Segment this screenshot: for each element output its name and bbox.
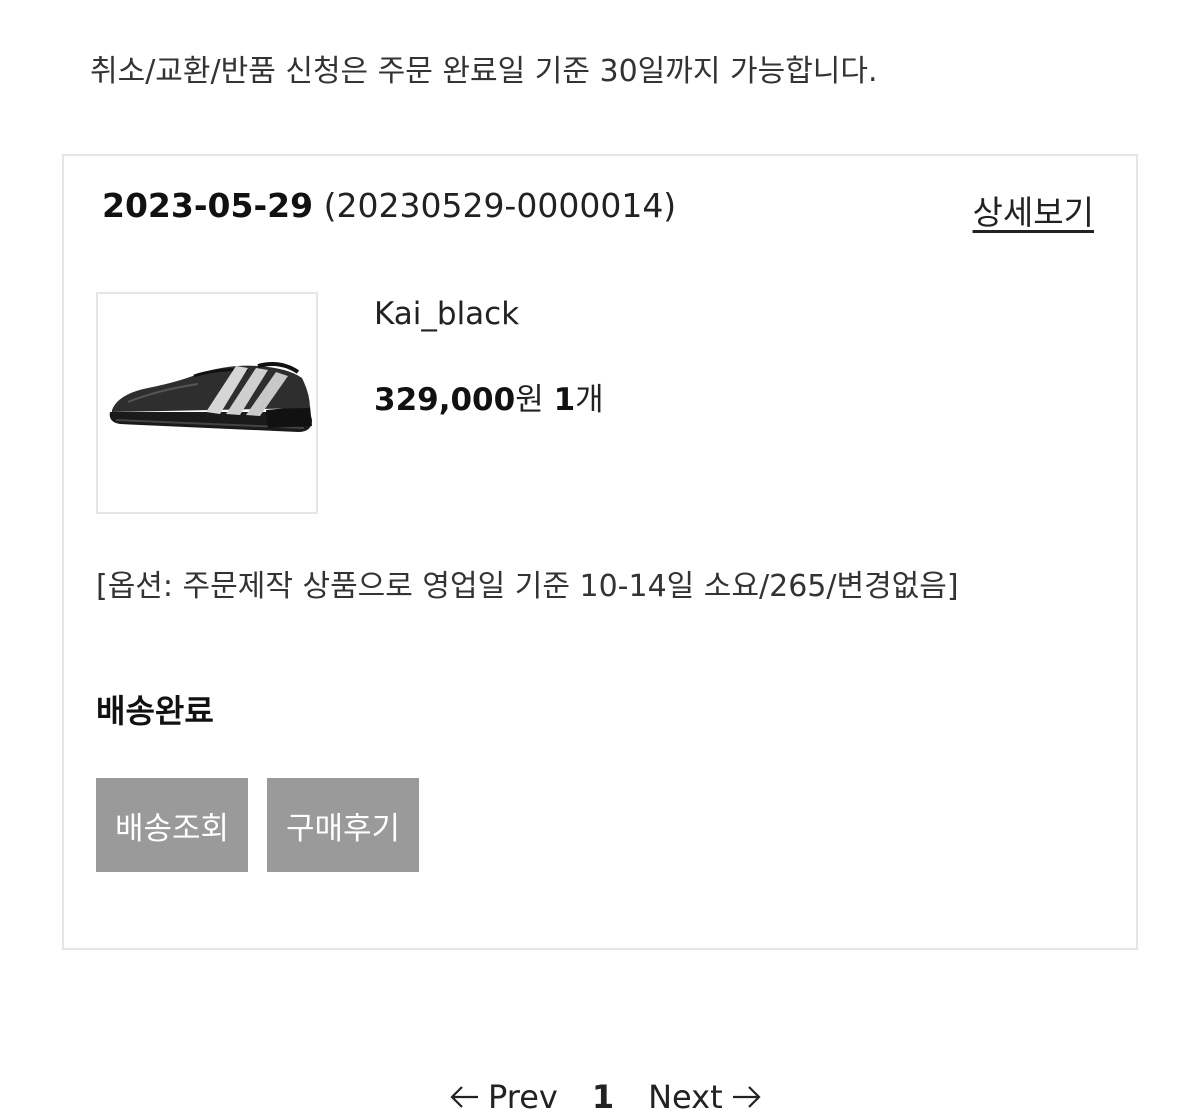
shoe-image-icon: [109, 362, 312, 432]
current-page-number[interactable]: 1: [592, 1078, 614, 1116]
product-quantity: 1: [553, 382, 576, 418]
arrow-right-icon: [732, 1086, 761, 1108]
product-thumbnail[interactable]: [96, 292, 318, 514]
product-price-quantity: 329,000원 1개: [374, 374, 604, 419]
next-label: Next: [648, 1078, 723, 1116]
quantity-unit: 개: [575, 382, 604, 418]
return-policy-notice: 취소/교환/반품 신청은 주문 완료일 기준 30일까지 가능합니다.: [90, 54, 878, 89]
delivery-status: 배송완료: [96, 692, 214, 730]
prev-page-link[interactable]: Prev: [448, 1078, 558, 1116]
order-card: 2023-05-29 (20230529-0000014) 상세보기 Kai_b…: [62, 154, 1138, 950]
order-number: (20230529-0000014): [323, 186, 677, 225]
pagination: Prev 1 Next: [448, 1078, 763, 1116]
order-header: 2023-05-29 (20230529-0000014): [102, 186, 676, 225]
track-delivery-button[interactable]: 배송조회: [96, 778, 248, 872]
price-currency: 원: [515, 382, 544, 418]
write-review-button[interactable]: 구매후기: [267, 778, 419, 872]
product-price: 329,000: [374, 382, 516, 418]
product-name[interactable]: Kai_black: [374, 296, 519, 332]
next-page-link[interactable]: Next: [648, 1078, 763, 1116]
arrow-left-icon: [450, 1086, 478, 1108]
product-options: [옵션: 주문제작 상품으로 영업일 기준 10-14일 소요/265/변경없음…: [96, 569, 959, 604]
order-detail-link[interactable]: 상세보기: [973, 186, 1094, 234]
prev-label: Prev: [488, 1078, 558, 1116]
order-date: 2023-05-29: [102, 186, 314, 225]
